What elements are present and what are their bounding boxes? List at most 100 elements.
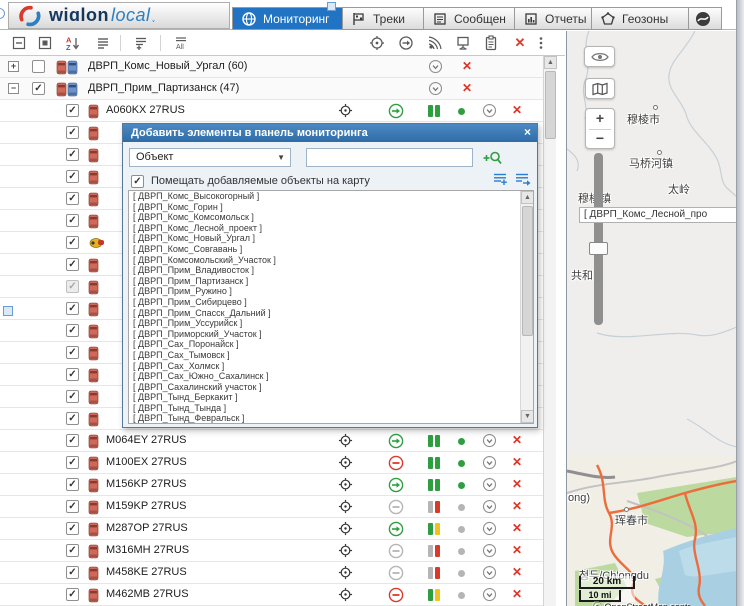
menu-kebab-icon[interactable]	[532, 34, 550, 52]
tab-messages[interactable]: Сообщен	[424, 7, 515, 30]
unit-row[interactable]: A060KX 27RUS✕	[0, 100, 543, 122]
unit-menu-icon[interactable]	[482, 521, 497, 536]
unit-checkbox[interactable]	[66, 500, 79, 513]
locate-target-icon[interactable]	[338, 103, 353, 118]
selection-handle[interactable]	[3, 306, 13, 316]
remove-row-icon[interactable]: ✕	[512, 565, 522, 580]
unit-row[interactable]: M159KP 27RUS✕	[0, 496, 543, 518]
remove-row-icon[interactable]: ✕	[512, 587, 522, 602]
motion-state-icon[interactable]	[388, 477, 404, 493]
dialog-group-item[interactable]: [ ДВРП_Сахалинский участок ]	[129, 382, 521, 393]
unit-checkbox[interactable]	[66, 434, 79, 447]
show-all-icon[interactable]: All	[172, 34, 190, 52]
data-accuracy-bars[interactable]	[428, 105, 440, 117]
unit-checkbox[interactable]	[66, 566, 79, 579]
visibility-eye-button[interactable]	[584, 46, 615, 67]
move-to-list-icon[interactable]	[515, 172, 531, 186]
unit-checkbox[interactable]	[66, 588, 79, 601]
collapse-all-icon[interactable]	[10, 34, 28, 52]
unit-row[interactable]: M287OP 27RUS✕	[0, 518, 543, 540]
tab-partial[interactable]	[689, 7, 722, 30]
unit-checkbox[interactable]	[66, 522, 79, 535]
unit-checkbox[interactable]	[66, 346, 79, 359]
add-to-list-icon[interactable]	[493, 172, 508, 186]
panel-scrollbar[interactable]: ▲	[543, 56, 556, 606]
dialog-group-item[interactable]: [ ДВРП_Сах_Тымовск ]	[129, 350, 521, 361]
search-input[interactable]	[306, 148, 473, 167]
unit-checkbox[interactable]	[66, 478, 79, 491]
zoom-in-button[interactable]: +	[586, 109, 614, 129]
selection-handle[interactable]	[327, 2, 336, 11]
group-checkbox[interactable]	[32, 60, 45, 73]
justify-list-icon[interactable]	[94, 34, 112, 52]
remove-row-icon[interactable]: ✕	[512, 543, 522, 558]
dialog-group-item[interactable]: [ ДВРП_Прим_Ружино ]	[129, 286, 521, 297]
unit-row[interactable]: M316MH 27RUS✕	[0, 540, 543, 562]
motion-state-icon[interactable]	[388, 499, 404, 515]
data-accuracy-bars[interactable]	[428, 479, 440, 491]
locate-target-icon[interactable]	[338, 565, 353, 580]
unit-checkbox[interactable]	[66, 148, 79, 161]
unit-row[interactable]: M462MB 27RUS✕	[0, 584, 543, 606]
locate-target-icon[interactable]	[338, 477, 353, 492]
dialog-group-item[interactable]: [ ДВРП_Сах_Поронайск ]	[129, 339, 521, 350]
dialog-list-scrollbar[interactable]: ▲ ▼	[520, 191, 533, 423]
zoom-slider-track[interactable]	[594, 153, 603, 325]
group-row[interactable]: +ДВРП_Комс_Новый_Ургал (60)✕	[0, 56, 543, 78]
dialog-group-item[interactable]: [ ДВРП_Прим_Партизанск ]	[129, 276, 521, 287]
dialog-group-item[interactable]: [ ДВРП_Комс_Горин ]	[129, 202, 521, 213]
dialog-group-item[interactable]: [ ДВРП_Прим_Сибирцево ]	[129, 297, 521, 308]
dialog-group-item[interactable]: [ ДВРП_Сах_Холмск ]	[129, 361, 521, 372]
place-on-map-checkbox[interactable]	[131, 175, 144, 188]
item-type-select[interactable]: Объект ▼	[129, 148, 291, 167]
dialog-group-item[interactable]: [ ДВРП_Прим_Спасск_Дальний ]	[129, 308, 521, 319]
locate-target-icon[interactable]	[368, 34, 386, 52]
data-accuracy-bars[interactable]	[428, 589, 440, 601]
motion-state-icon[interactable]	[388, 521, 404, 537]
unit-menu-icon[interactable]	[482, 433, 497, 448]
group-row[interactable]: −ДВРП_Прим_Партизанск (47)✕	[0, 78, 543, 100]
unit-checkbox[interactable]	[66, 544, 79, 557]
dialog-group-item[interactable]: [ ДВРП_Сах_Южно_Сахалинск ]	[129, 371, 521, 382]
sort-az-icon[interactable]: AZ	[64, 34, 82, 52]
remove-row-icon[interactable]: ✕	[462, 81, 472, 96]
data-accuracy-bars[interactable]	[428, 545, 440, 557]
remove-row-icon[interactable]: ✕	[512, 477, 522, 492]
clipboard-icon[interactable]	[482, 34, 500, 52]
remove-all-icon[interactable]: ✕	[511, 34, 529, 52]
scroll-up-icon[interactable]: ▲	[521, 191, 534, 204]
unit-menu-icon[interactable]	[482, 587, 497, 602]
dialog-group-item[interactable]: [ ДВРП_Комс_Новый_Ургал ]	[129, 233, 521, 244]
remove-row-icon[interactable]: ✕	[512, 499, 522, 514]
remove-row-icon[interactable]: ✕	[512, 455, 522, 470]
close-icon[interactable]: ×	[524, 125, 531, 139]
motion-state-icon[interactable]	[388, 433, 404, 449]
data-accuracy-bars[interactable]	[428, 501, 440, 513]
follow-unit-icon[interactable]	[397, 34, 415, 52]
unit-menu-icon[interactable]	[482, 455, 497, 470]
tab-flag[interactable]: Треки	[343, 7, 424, 30]
satellite-icon[interactable]	[426, 34, 444, 52]
locate-target-icon[interactable]	[338, 499, 353, 514]
dialog-group-item[interactable]: [ ДВРП_Комс_Комсомольск ]	[129, 212, 521, 223]
add-search-icon[interactable]	[483, 148, 503, 167]
data-accuracy-bars[interactable]	[428, 567, 440, 579]
collapse-icon[interactable]: −	[8, 83, 19, 94]
tab-reports[interactable]: Отчеты	[515, 7, 592, 30]
unit-checkbox[interactable]	[66, 390, 79, 403]
scrollbar-thumb[interactable]	[545, 71, 556, 139]
zoom-out-button[interactable]: −	[586, 129, 614, 149]
unit-checkbox[interactable]	[66, 324, 79, 337]
select-visible-icon[interactable]	[36, 34, 54, 52]
tab-geofence[interactable]: Геозоны	[592, 7, 689, 30]
data-accuracy-bars[interactable]	[428, 523, 440, 535]
unit-menu-icon[interactable]	[482, 499, 497, 514]
expand-icon[interactable]: +	[8, 61, 19, 72]
zoom-slider-handle[interactable]	[589, 242, 608, 255]
unit-menu-icon[interactable]	[482, 543, 497, 558]
remove-row-icon[interactable]: ✕	[512, 433, 522, 448]
locate-target-icon[interactable]	[338, 433, 353, 448]
unit-checkbox[interactable]	[66, 192, 79, 205]
locate-target-icon[interactable]	[338, 543, 353, 558]
map-layers-button[interactable]	[585, 78, 615, 99]
